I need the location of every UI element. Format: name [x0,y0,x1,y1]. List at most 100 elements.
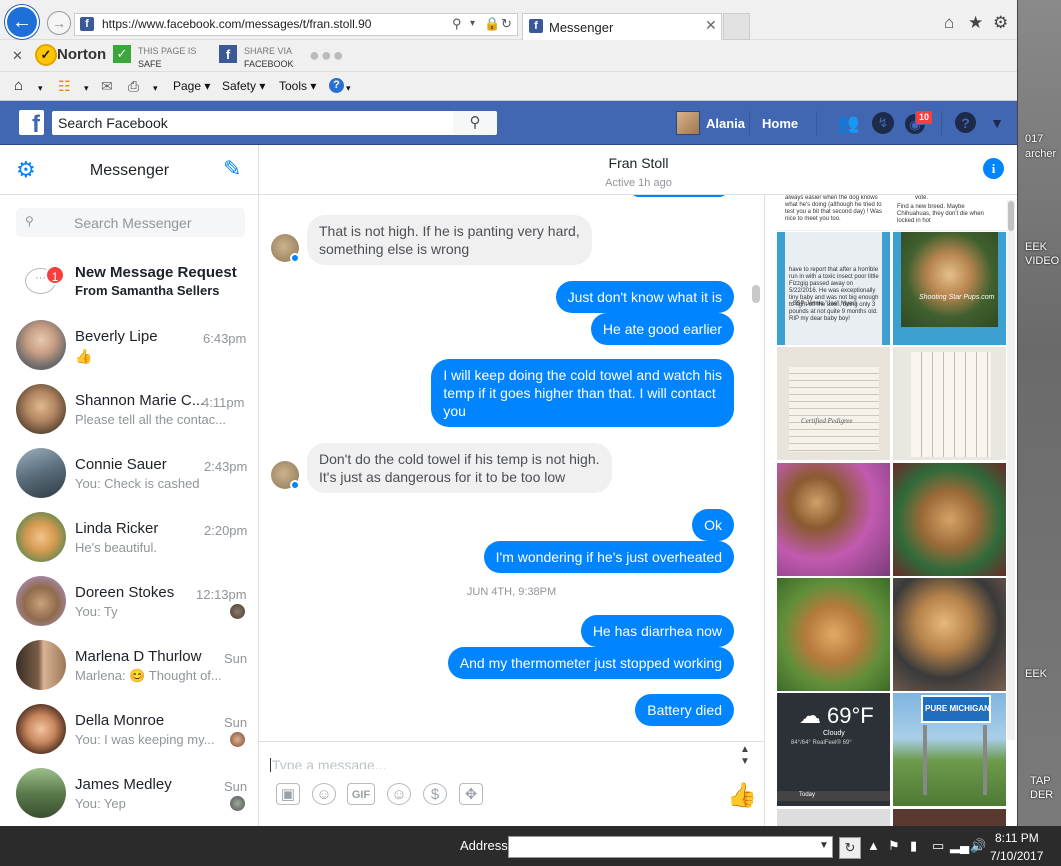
dropdown-icon[interactable]: ▾ [38,83,43,94]
chevron-up-icon[interactable]: ▲ [740,744,750,755]
emoji-icon[interactable]: ☺ [387,783,411,805]
outgoing-message[interactable]: He ate good earlier [590,313,734,345]
help-icon[interactable]: ? [329,78,344,93]
home-link[interactable]: Home [762,116,798,131]
more-dots-icon[interactable]: ●●● [309,45,345,66]
help-question-icon[interactable]: ? [955,112,976,133]
shared-photo[interactable]: PURE MICHIGAN [893,693,1006,806]
game-controller-icon[interactable]: ✥ [459,783,483,805]
desktop-label[interactable]: TAP [1030,775,1051,787]
friend-requests-icon[interactable]: 👥 [837,112,859,134]
rss-feed-icon[interactable]: ☷ [58,78,71,95]
outgoing-message[interactable]: He has diarrhea now [580,615,734,647]
user-avatar[interactable] [676,111,700,135]
outgoing-message[interactable]: Ok [692,509,734,541]
dropdown-icon[interactable]: ▾ [346,83,351,94]
refresh-icon[interactable]: ↻ [839,837,861,859]
messenger-icon[interactable]: ↯ [872,112,894,134]
page-menu[interactable]: Page ▾ [173,79,210,93]
volume-icon[interactable]: 🔊 [970,838,986,854]
dog-photo[interactable] [777,578,890,691]
media-scrollbar-track[interactable] [1007,200,1015,740]
print-icon[interactable]: ⎙ [128,78,139,95]
desktop-label[interactable]: EEK [1025,668,1047,680]
conversation-item[interactable]: Doreen Stokes 12:13pm You: Ty [0,569,259,633]
conversation-item[interactable]: Della Monroe Sun You: I was keeping my..… [0,697,259,761]
shared-photo[interactable]: always easier when the dog knows what he… [777,195,890,231]
dropdown-icon[interactable]: ▾ [84,83,89,94]
dropdown-icon[interactable]: ▼ [819,840,829,851]
shared-photo[interactable] [893,347,1006,460]
back-button[interactable]: ← [5,5,39,39]
shared-photo[interactable]: vote. Find a new breed. Maybe Chihuahuas… [893,195,1006,231]
share-line-1[interactable]: SHARE VIA [244,45,292,57]
sticker-icon[interactable]: ☺ [312,783,336,805]
close-toolbar-icon[interactable]: ✕ [12,48,23,64]
thread-scrollbar[interactable] [752,285,760,303]
message-request-row[interactable]: ··· 1 New Message Request From Samantha … [0,255,259,307]
outgoing-message[interactable]: I'm wondering if he's just overheated [483,541,734,573]
favorites-star-icon[interactable]: ★ [968,13,983,33]
flag-icon[interactable]: ⚑ [888,838,900,854]
message-input[interactable]: Type a message... [272,757,386,769]
home-icon[interactable]: ⌂ [944,13,954,33]
conversation-item[interactable]: Connie Sauer 2:43pm You: Check is cashed [0,441,259,505]
dropdown-icon[interactable]: ▾ [470,18,475,29]
dog-photo[interactable] [893,463,1006,576]
tools-menu[interactable]: Tools ▾ [279,79,316,93]
browser-tab[interactable]: Messenger [522,13,722,40]
shared-photo[interactable]: have to report that after a horrible run… [777,232,890,345]
incoming-message[interactable]: That is not high. If he is panting very … [307,215,592,265]
conversation-item[interactable]: Beverly Lipe 6:43pm 👍 [0,313,259,377]
share-facebook-icon[interactable]: f [219,45,237,63]
contact-name[interactable]: Fran Stoll [259,155,1017,171]
outgoing-message[interactable]: Battery died [635,694,734,726]
share-line-2[interactable]: FACEBOOK [244,58,294,70]
new-tab-button[interactable] [723,13,750,40]
lock-icon[interactable]: 🔒 [484,16,500,32]
conversation-item[interactable]: Marlena D Thurlow Sun Marlena: 😊 Thought… [0,633,259,697]
search-button[interactable]: ⚲ [453,111,497,135]
refresh-icon[interactable]: ↻ [501,16,512,32]
desktop-label[interactable]: EEK [1025,241,1047,253]
shared-photo[interactable] [777,809,890,826]
shared-photo[interactable] [893,809,1006,826]
battery-icon[interactable]: ▮ [910,838,917,854]
taskbar-address-input[interactable] [508,836,833,858]
home-icon[interactable]: ⌂ [14,77,23,94]
weather-screenshot[interactable]: ☁ 69°F Cloudy 84°/64° RealFeel® 69° Toda… [777,693,890,806]
clock-date[interactable]: 7/10/2017 [990,849,1043,863]
desktop-label[interactable]: VIDEO [1025,255,1059,267]
safety-menu[interactable]: Safety ▾ [222,79,265,93]
outgoing-message[interactable]: I will keep doing the cold towel and wat… [431,359,734,427]
close-tab-icon[interactable]: ✕ [705,17,717,34]
shared-photo[interactable]: Shooting Star Pups.com [893,232,1006,345]
outgoing-message[interactable]: Just don't know what it is [555,281,734,313]
conversation-item[interactable]: Linda Ricker 2:20pm He's beautiful. [0,505,259,569]
thumbs-up-send-icon[interactable]: 👍 [727,781,757,810]
settings-gear-icon[interactable]: ⚙ [993,13,1008,33]
shared-photo[interactable]: Certified Pedigree [777,347,890,460]
user-name-link[interactable]: Alania [706,116,745,131]
desktop-label[interactable]: 017 [1025,133,1043,145]
search-messenger-input[interactable]: Search Messenger [16,208,245,237]
forward-button[interactable]: → [47,11,71,35]
incoming-message[interactable]: Don't do the cold towel if his temp is n… [307,443,612,493]
gif-icon[interactable]: GIF [347,783,375,805]
info-icon[interactable]: i [983,158,1004,179]
dog-photo[interactable] [893,578,1006,691]
outgoing-message[interactable]: And my thermometer just stopped working [447,647,734,679]
desktop-label[interactable]: archer [1025,148,1056,160]
desktop-label[interactable]: DER [1030,789,1053,801]
facebook-search-input[interactable]: Search Facebook [52,111,453,135]
account-dropdown-icon[interactable]: ▼ [986,112,1008,134]
photo-icon[interactable]: ▣ [276,783,300,805]
clock-time[interactable]: 8:11 PM [995,831,1039,845]
search-icon[interactable]: ⚲ [452,16,462,32]
mail-icon[interactable]: ✉ [101,78,113,95]
compose-new-message-icon[interactable]: ✎ [223,156,241,182]
media-scrollbar-thumb[interactable] [1008,201,1014,231]
conversation-item[interactable]: James Medley Sun You: Yep [0,761,259,825]
chevron-down-icon[interactable]: ▼ [740,756,750,767]
tray-expand-icon[interactable]: ▲ [867,838,880,853]
